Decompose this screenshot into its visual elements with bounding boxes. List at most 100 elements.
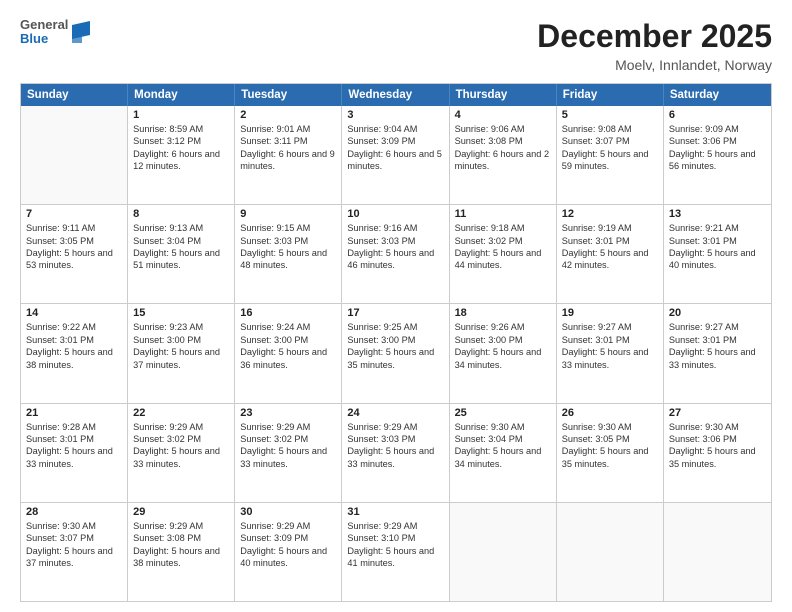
logo-icon: [72, 21, 90, 43]
cal-cell: 8Sunrise: 9:13 AMSunset: 3:04 PMDaylight…: [128, 205, 235, 303]
sunrise-text: Sunrise: 9:19 AM: [562, 222, 658, 234]
daylight-text: Daylight: 6 hours and 2 minutes.: [455, 148, 551, 173]
day-number: 3: [347, 109, 443, 121]
sunset-text: Sunset: 3:05 PM: [26, 235, 122, 247]
sunrise-text: Sunrise: 9:26 AM: [455, 321, 551, 333]
location: Moelv, Innlandet, Norway: [537, 57, 772, 73]
daylight-text: Daylight: 5 hours and 36 minutes.: [240, 346, 336, 371]
daylight-text: Daylight: 5 hours and 40 minutes.: [669, 247, 766, 272]
daylight-text: Daylight: 5 hours and 34 minutes.: [455, 346, 551, 371]
cal-cell: 27Sunrise: 9:30 AMSunset: 3:06 PMDayligh…: [664, 404, 771, 502]
sunrise-text: Sunrise: 9:30 AM: [455, 421, 551, 433]
day-number: 5: [562, 109, 658, 121]
day-number: 2: [240, 109, 336, 121]
daylight-text: Daylight: 5 hours and 35 minutes.: [562, 445, 658, 470]
header-cell-tuesday: Tuesday: [235, 84, 342, 106]
cal-cell: 14Sunrise: 9:22 AMSunset: 3:01 PMDayligh…: [21, 304, 128, 402]
day-number: 10: [347, 208, 443, 220]
cal-cell: 25Sunrise: 9:30 AMSunset: 3:04 PMDayligh…: [450, 404, 557, 502]
sunrise-text: Sunrise: 9:25 AM: [347, 321, 443, 333]
cal-cell: 24Sunrise: 9:29 AMSunset: 3:03 PMDayligh…: [342, 404, 449, 502]
day-number: 28: [26, 506, 122, 518]
daylight-text: Daylight: 5 hours and 37 minutes.: [133, 346, 229, 371]
cal-cell: [664, 503, 771, 601]
sunrise-text: Sunrise: 9:21 AM: [669, 222, 766, 234]
day-number: 15: [133, 307, 229, 319]
sunset-text: Sunset: 3:01 PM: [26, 334, 122, 346]
daylight-text: Daylight: 5 hours and 33 minutes.: [562, 346, 658, 371]
sunset-text: Sunset: 3:06 PM: [669, 135, 766, 147]
calendar-header: SundayMondayTuesdayWednesdayThursdayFrid…: [21, 84, 771, 106]
page: General Blue December 2025 Moelv, Innlan…: [0, 0, 792, 612]
sunrise-text: Sunrise: 9:08 AM: [562, 123, 658, 135]
daylight-text: Daylight: 5 hours and 42 minutes.: [562, 247, 658, 272]
cal-cell: 11Sunrise: 9:18 AMSunset: 3:02 PMDayligh…: [450, 205, 557, 303]
cal-cell: 9Sunrise: 9:15 AMSunset: 3:03 PMDaylight…: [235, 205, 342, 303]
day-number: 26: [562, 407, 658, 419]
cal-cell: 16Sunrise: 9:24 AMSunset: 3:00 PMDayligh…: [235, 304, 342, 402]
daylight-text: Daylight: 5 hours and 33 minutes.: [133, 445, 229, 470]
daylight-text: Daylight: 5 hours and 48 minutes.: [240, 247, 336, 272]
cal-cell: 21Sunrise: 9:28 AMSunset: 3:01 PMDayligh…: [21, 404, 128, 502]
daylight-text: Daylight: 6 hours and 9 minutes.: [240, 148, 336, 173]
daylight-text: Daylight: 6 hours and 5 minutes.: [347, 148, 443, 173]
day-number: 17: [347, 307, 443, 319]
sunset-text: Sunset: 3:11 PM: [240, 135, 336, 147]
sunset-text: Sunset: 3:01 PM: [562, 334, 658, 346]
sunset-text: Sunset: 3:08 PM: [133, 532, 229, 544]
day-number: 30: [240, 506, 336, 518]
daylight-text: Daylight: 5 hours and 38 minutes.: [26, 346, 122, 371]
day-number: 9: [240, 208, 336, 220]
header-cell-friday: Friday: [557, 84, 664, 106]
day-number: 18: [455, 307, 551, 319]
sunrise-text: Sunrise: 9:23 AM: [133, 321, 229, 333]
daylight-text: Daylight: 5 hours and 35 minutes.: [347, 346, 443, 371]
day-number: 24: [347, 407, 443, 419]
day-number: 1: [133, 109, 229, 121]
cal-row: 21Sunrise: 9:28 AMSunset: 3:01 PMDayligh…: [21, 404, 771, 503]
cal-cell: 13Sunrise: 9:21 AMSunset: 3:01 PMDayligh…: [664, 205, 771, 303]
sunrise-text: Sunrise: 9:29 AM: [347, 421, 443, 433]
sunset-text: Sunset: 3:01 PM: [669, 334, 766, 346]
day-number: 14: [26, 307, 122, 319]
daylight-text: Daylight: 5 hours and 37 minutes.: [26, 545, 122, 570]
cal-row: 1Sunrise: 8:59 AMSunset: 3:12 PMDaylight…: [21, 106, 771, 205]
header-cell-thursday: Thursday: [450, 84, 557, 106]
sunrise-text: Sunrise: 9:04 AM: [347, 123, 443, 135]
sunrise-text: Sunrise: 9:16 AM: [347, 222, 443, 234]
sunset-text: Sunset: 3:01 PM: [26, 433, 122, 445]
daylight-text: Daylight: 5 hours and 51 minutes.: [133, 247, 229, 272]
day-number: 11: [455, 208, 551, 220]
sunrise-text: Sunrise: 9:15 AM: [240, 222, 336, 234]
day-number: 23: [240, 407, 336, 419]
sunset-text: Sunset: 3:10 PM: [347, 532, 443, 544]
sunrise-text: Sunrise: 9:29 AM: [240, 421, 336, 433]
cal-cell: 30Sunrise: 9:29 AMSunset: 3:09 PMDayligh…: [235, 503, 342, 601]
day-number: 25: [455, 407, 551, 419]
sunset-text: Sunset: 3:12 PM: [133, 135, 229, 147]
daylight-text: Daylight: 5 hours and 33 minutes.: [669, 346, 766, 371]
day-number: 13: [669, 208, 766, 220]
cal-cell: 6Sunrise: 9:09 AMSunset: 3:06 PMDaylight…: [664, 106, 771, 204]
sunrise-text: Sunrise: 9:09 AM: [669, 123, 766, 135]
cal-cell: 19Sunrise: 9:27 AMSunset: 3:01 PMDayligh…: [557, 304, 664, 402]
cal-cell: 1Sunrise: 8:59 AMSunset: 3:12 PMDaylight…: [128, 106, 235, 204]
sunset-text: Sunset: 3:02 PM: [133, 433, 229, 445]
sunset-text: Sunset: 3:09 PM: [240, 532, 336, 544]
daylight-text: Daylight: 5 hours and 59 minutes.: [562, 148, 658, 173]
sunrise-text: Sunrise: 9:27 AM: [562, 321, 658, 333]
daylight-text: Daylight: 5 hours and 40 minutes.: [240, 545, 336, 570]
sunset-text: Sunset: 3:01 PM: [562, 235, 658, 247]
sunrise-text: Sunrise: 9:06 AM: [455, 123, 551, 135]
cal-cell: 23Sunrise: 9:29 AMSunset: 3:02 PMDayligh…: [235, 404, 342, 502]
cal-cell: 7Sunrise: 9:11 AMSunset: 3:05 PMDaylight…: [21, 205, 128, 303]
cal-cell: 31Sunrise: 9:29 AMSunset: 3:10 PMDayligh…: [342, 503, 449, 601]
day-number: 6: [669, 109, 766, 121]
sunset-text: Sunset: 3:09 PM: [347, 135, 443, 147]
header-cell-sunday: Sunday: [21, 84, 128, 106]
day-number: 27: [669, 407, 766, 419]
sunset-text: Sunset: 3:04 PM: [455, 433, 551, 445]
sunrise-text: Sunrise: 9:30 AM: [669, 421, 766, 433]
daylight-text: Daylight: 5 hours and 38 minutes.: [133, 545, 229, 570]
calendar: SundayMondayTuesdayWednesdayThursdayFrid…: [20, 83, 772, 602]
